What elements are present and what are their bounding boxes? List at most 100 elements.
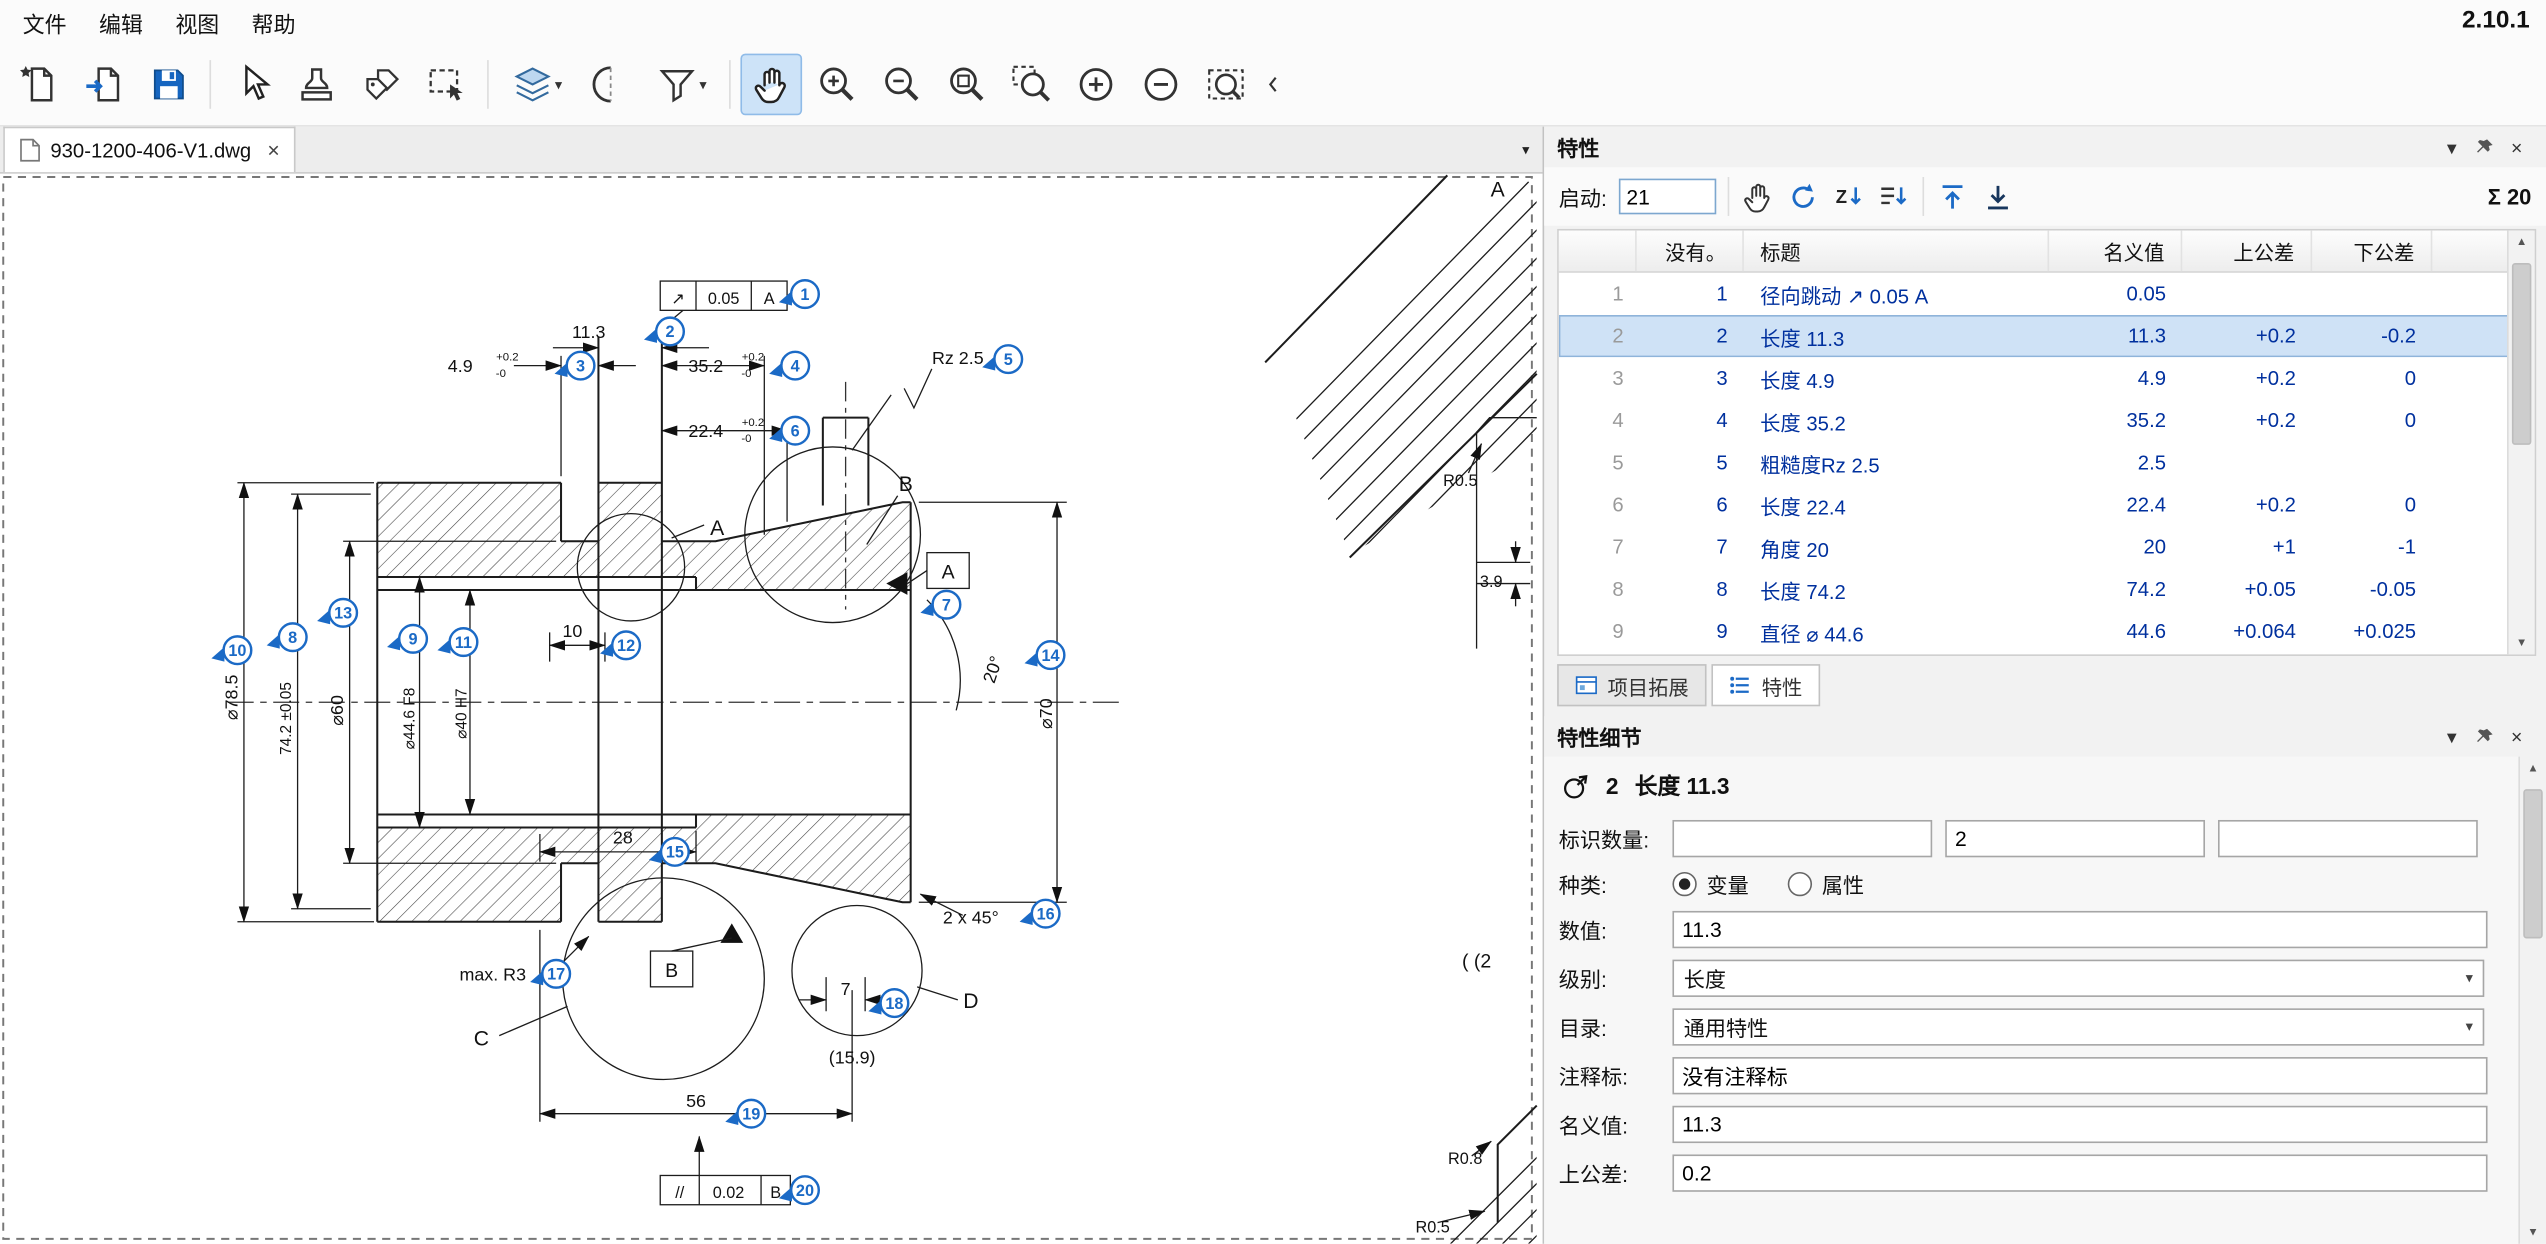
table-row[interactable]: 77角度 2020+1-1	[1559, 526, 2535, 568]
close-tab-icon[interactable]: ×	[267, 138, 279, 162]
arc-measure-button[interactable]	[578, 54, 640, 116]
tags-button[interactable]	[351, 54, 413, 116]
table-scrollbar[interactable]: ▲ ▼	[2507, 231, 2535, 655]
details-scrollbar[interactable]: ▲ ▼	[2518, 757, 2546, 1244]
pan-button[interactable]	[740, 54, 802, 116]
table-row[interactable]: 11径向跳动 ↗ 0.05 A0.05	[1559, 273, 2535, 315]
tab-overflow-button[interactable]: ▾	[1522, 140, 1529, 158]
table-row[interactable]: 88长度 74.274.2+0.05-0.05	[1559, 568, 2535, 610]
balloon-5[interactable]: 5	[982, 345, 1022, 373]
tab-project-expansion[interactable]: 项目拓展	[1557, 664, 1706, 706]
table-row[interactable]: 55粗糙度Rz 2.52.5	[1559, 442, 2535, 484]
svg-text:6: 6	[791, 422, 800, 440]
balloon-11[interactable]: 11	[437, 628, 477, 656]
project-expansion-icon	[1575, 674, 1598, 697]
renumber-button[interactable]	[1785, 179, 1819, 213]
id-count-input-1[interactable]	[1672, 820, 1932, 857]
zoom-out-button[interactable]	[870, 54, 932, 116]
increase-button[interactable]	[1065, 54, 1127, 116]
open-document-button[interactable]	[73, 54, 135, 116]
menu-edit[interactable]: 编辑	[83, 1, 159, 43]
panel-dropdown-icon[interactable]: ▾	[2436, 725, 2468, 748]
menu-help[interactable]: 帮助	[235, 1, 311, 43]
scroll-thumb[interactable]	[2512, 263, 2531, 445]
balloon-18[interactable]: 18	[868, 989, 908, 1017]
id-count-input-2[interactable]	[1945, 820, 2205, 857]
drawing-label: 22.4	[688, 421, 723, 441]
value-input[interactable]	[1672, 911, 2487, 948]
marquee-select-button[interactable]	[416, 54, 478, 116]
decrease-button[interactable]	[1130, 54, 1192, 116]
balloon-13[interactable]: 13	[317, 599, 357, 627]
layers-button[interactable]: ▾	[498, 54, 574, 116]
document-tab[interactable]: 930-1200-406-V1.dwg ×	[3, 127, 296, 172]
table-row[interactable]: 44长度 35.235.2+0.20	[1559, 399, 2535, 441]
level-select[interactable]: 长度▾	[1672, 960, 2484, 997]
panel-dropdown-icon[interactable]: ▾	[2436, 136, 2468, 159]
pan-hand-icon	[750, 63, 792, 105]
drawing-label: 20°	[979, 654, 1006, 686]
select-cursor-button[interactable]	[221, 54, 283, 116]
pick-tool-button[interactable]	[1740, 179, 1774, 213]
list-order-button[interactable]	[1876, 179, 1910, 213]
balloon-8[interactable]: 8	[267, 623, 307, 651]
scroll-down-icon[interactable]: ▼	[2516, 632, 2527, 655]
radio-attribute[interactable]: 属性	[1788, 869, 1864, 900]
zoom-extent-button[interactable]	[1195, 54, 1257, 116]
move-top-button[interactable]	[1935, 179, 1969, 213]
balloon-16[interactable]: 16	[1020, 900, 1060, 928]
catalog-select[interactable]: 通用特性▾	[1672, 1008, 2484, 1045]
document-tab-label: 930-1200-406-V1.dwg	[50, 139, 251, 162]
id-count-input-3[interactable]	[2218, 820, 2478, 857]
table-row[interactable]: 99直径 ⌀ 44.644.6+0.064+0.025	[1559, 611, 2535, 653]
balloon-9[interactable]: 9	[387, 625, 427, 653]
balloon-14[interactable]: 14	[1024, 641, 1064, 669]
note-input[interactable]	[1672, 1057, 2487, 1094]
table-row[interactable]: 33长度 4.94.9+0.20	[1559, 357, 2535, 399]
sort-z-icon: Z	[1831, 179, 1865, 213]
panel-close-icon[interactable]: ×	[2501, 725, 2533, 748]
drawing-label: R0.5	[1443, 472, 1477, 490]
table-cell: 长度 22.4	[1744, 484, 2049, 526]
stamp-button[interactable]	[286, 54, 348, 116]
upper-tol-input[interactable]	[1672, 1154, 2487, 1191]
balloon-4[interactable]: 4	[769, 352, 809, 380]
balloon-10[interactable]: 10	[211, 636, 251, 664]
scroll-up-icon[interactable]: ▲	[2527, 757, 2538, 780]
save-button[interactable]	[138, 54, 200, 116]
zoom-window-button[interactable]	[1000, 54, 1062, 116]
tab-characteristics[interactable]: 特性	[1711, 664, 1820, 706]
move-bottom-button[interactable]	[1980, 179, 2014, 213]
scroll-down-icon[interactable]: ▼	[2527, 1221, 2538, 1244]
new-document-button[interactable]	[8, 54, 70, 116]
toolbar-separator	[1727, 177, 1729, 216]
collapse-toolbar-button[interactable]	[1260, 54, 1286, 116]
filter-button[interactable]: ▾	[643, 54, 719, 116]
table-cell: +0.025	[2312, 611, 2432, 653]
radio-variable[interactable]: 变量	[1672, 869, 1748, 900]
table-header[interactable]: 没有。 标题 名义值 上公差 下公差	[1559, 231, 2535, 273]
panel-pin-icon[interactable]	[2468, 725, 2500, 748]
drawing-canvas[interactable]: 11.34.9+0.2-035.2+0.2-0Rz 2.522.4+0.2-0↗…	[0, 174, 1543, 1244]
table-row[interactable]: 66长度 22.422.4+0.20	[1559, 484, 2535, 526]
table-cell: 22.4	[2049, 484, 2182, 526]
sort-button[interactable]: Z	[1831, 179, 1865, 213]
menu-file[interactable]: 文件	[6, 1, 82, 43]
nominal-input[interactable]	[1672, 1106, 2487, 1143]
balloon-17[interactable]: 17	[530, 960, 570, 988]
table-cell: 7	[1637, 526, 1744, 568]
balloon-2[interactable]: 2	[644, 318, 684, 346]
scroll-up-icon[interactable]: ▲	[2516, 231, 2527, 254]
drawing-label: ⌀70	[1036, 698, 1056, 729]
panel-pin-icon[interactable]	[2468, 136, 2500, 159]
menu-view[interactable]: 视图	[159, 1, 235, 43]
balloon-12[interactable]: 12	[600, 632, 640, 660]
drawing-label: (15.9)	[829, 1047, 876, 1067]
zoom-in-button[interactable]	[805, 54, 867, 116]
balloon-7[interactable]: 7	[920, 591, 960, 619]
start-input[interactable]	[1618, 179, 1715, 215]
table-row[interactable]: 22长度 11.311.3+0.2-0.2	[1559, 315, 2535, 357]
scroll-thumb[interactable]	[2523, 789, 2542, 938]
panel-close-icon[interactable]: ×	[2501, 136, 2533, 159]
zoom-fit-button[interactable]	[935, 54, 997, 116]
